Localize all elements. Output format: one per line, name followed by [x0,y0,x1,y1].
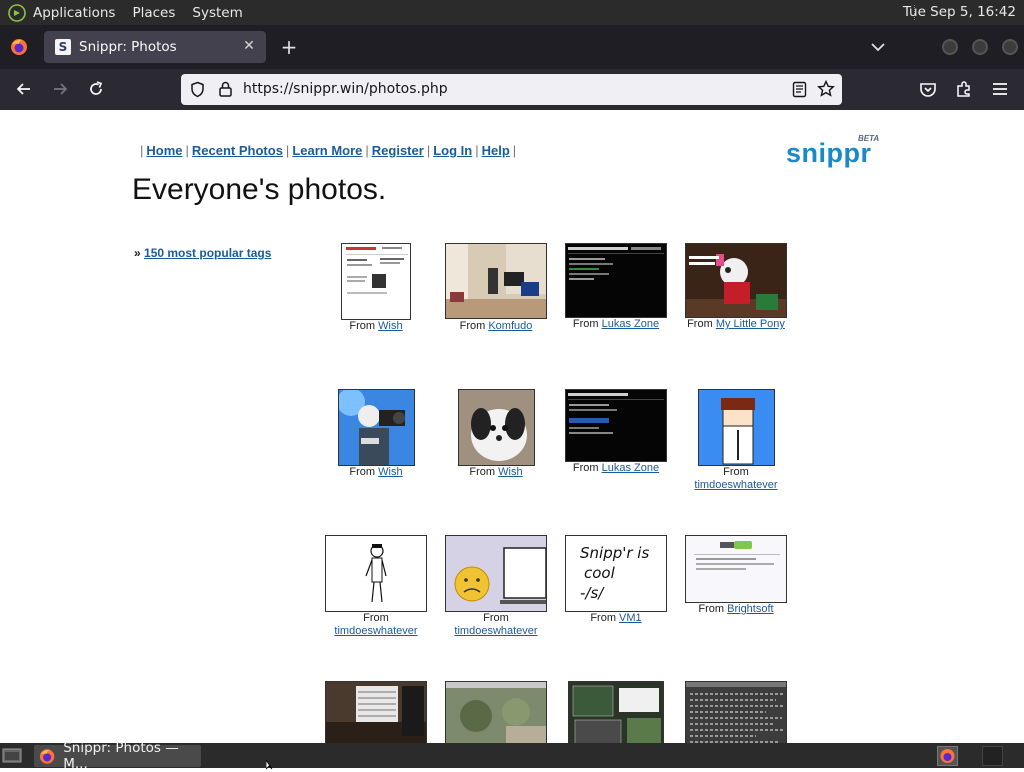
taskbar-window-title: Snippr: Photos — M... [63,740,179,772]
new-tab-icon[interactable]: + [279,37,299,57]
close-window-icon[interactable] [1002,39,1018,55]
photo-thumb-10[interactable] [445,535,547,612]
photo-thumb-12[interactable] [685,535,787,603]
source-link[interactable]: My Little Pony [716,318,785,330]
nav-learn-more-link[interactable]: Learn More [292,143,362,158]
page-title: Everyone's photos. [132,173,387,206]
photo-caption-6: From Wish [469,466,523,478]
photo-thumb-8[interactable] [698,389,775,466]
maximize-window-icon[interactable] [972,39,988,55]
photo-caption-9: From timdoeswhatever [334,612,418,637]
tab-snippr-photos[interactable]: S Snippr: Photos ✕ [44,31,266,63]
lock-icon[interactable] [217,80,234,98]
photo-thumb-6[interactable] [458,389,535,466]
mouse-cursor-icon [266,760,273,770]
svg-text:Snipp'r is: Snipp'r is [580,544,649,562]
clock[interactable]: Tue Sep 5, 16:42 [903,4,1016,20]
url-bar[interactable]: https://snippr.win/photos.php [181,74,842,105]
photo-caption-3: From Lukas Zone [572,318,660,330]
pocket-icon[interactable] [918,79,938,99]
firefox-icon [940,749,955,763]
menu-applications[interactable]: Applications [33,5,115,21]
source-link[interactable]: timdoeswhatever [334,625,417,637]
photo-caption-1: From Wish [349,320,403,332]
workspace-2[interactable] [982,746,1003,766]
menu-places[interactable]: Places [132,5,175,21]
photo-thumb-9[interactable] [325,535,427,612]
nav-help-link[interactable]: Help [482,143,510,158]
source-link[interactable]: Wish [498,466,522,478]
nav-login-link[interactable]: Log In [433,143,472,158]
bookmark-star-icon[interactable] [817,80,835,98]
source-link[interactable]: Wish [378,466,402,478]
source-link[interactable]: timdoeswhatever [694,479,777,491]
photo-thumb-3[interactable] [565,243,667,318]
chevron-down-icon[interactable] [869,38,887,56]
firefox-icon[interactable] [10,38,28,56]
svg-text:-/s/: -/s/ [580,584,605,602]
snippr-logo[interactable]: snippr BETA [784,134,884,168]
svg-text:cool: cool [584,564,616,582]
reader-view-icon[interactable] [791,81,808,98]
photo-thumb-16[interactable] [685,681,787,743]
photo-thumb-4[interactable] [685,243,787,318]
photo-caption-10: From timdoeswhatever [454,612,538,637]
source-link[interactable]: Brightsoft [727,603,773,615]
reload-icon[interactable] [86,79,106,99]
show-desktop-icon[interactable] [2,747,22,764]
photo-thumb-11[interactable]: Snipp'r is cool -/s/ [565,535,667,612]
source-link[interactable]: Komfudo [488,320,532,332]
photo-caption-2: From Komfudo [459,320,533,332]
nav-home-link[interactable]: Home [146,143,182,158]
web-page: | Home | Recent Photos | Learn More | Register |… [0,110,1024,743]
photo-thumb-13[interactable] [325,681,427,743]
photo-caption-4: From My Little Pony [687,318,785,330]
close-tab-icon[interactable]: ✕ [240,37,258,55]
url-text[interactable]: https://snippr.win/photos.php [243,81,448,97]
nav-bar: https://snippr.win/photos.php [0,69,1024,110]
photo-thumb-2[interactable] [445,243,547,319]
logo-beta-badge: BETA [858,134,880,143]
back-arrow-icon[interactable] [14,79,34,99]
photo-caption-8: From timdoeswhatever [694,466,778,491]
photo-caption-7: From Lukas Zone [572,462,660,474]
workspace-1[interactable] [937,746,958,766]
top-panel: Applications Places System Tue Sep 5, 16… [0,0,1024,25]
source-link[interactable]: timdoeswhatever [454,625,537,637]
site-nav: | Home | Recent Photos | Learn More | Register |… [140,143,517,158]
popular-tags: » 150 most popular tags [134,246,271,260]
photo-caption-12: From Brightsoft [698,603,774,615]
tab-title: Snippr: Photos [79,39,177,55]
bottom-taskbar: Snippr: Photos — M... [0,740,1024,772]
snippr-favicon-icon: S [55,39,71,55]
extensions-icon[interactable] [954,79,974,99]
gnome-foot-icon[interactable] [8,3,26,22]
photo-caption-11: From VM1 [590,612,642,624]
menu-system[interactable]: System [192,5,242,21]
photo-thumb-15[interactable] [568,681,664,743]
shield-icon[interactable] [189,81,206,98]
source-link[interactable]: Lukas Zone [602,462,659,474]
nav-recent-photos-link[interactable]: Recent Photos [192,143,283,158]
photo-thumb-5[interactable] [338,389,415,466]
photo-thumb-1[interactable] [341,243,411,320]
forward-arrow-icon[interactable] [50,79,70,99]
popular-tags-link[interactable]: 150 most popular tags [144,246,271,260]
taskbar-window-firefox[interactable]: Snippr: Photos — M... [34,740,201,772]
hamburger-menu-icon[interactable] [990,79,1010,99]
source-link[interactable]: Lukas Zone [602,318,659,330]
tags-bullet: » [134,246,141,260]
minimize-window-icon[interactable] [942,39,958,55]
nav-register-link[interactable]: Register [372,143,424,158]
photo-thumb-7[interactable] [565,389,667,462]
firefox-icon [39,748,55,764]
photo-thumb-14[interactable] [445,681,547,743]
source-link[interactable]: VM1 [619,612,642,624]
photo-caption-5: From Wish [349,466,403,478]
source-link[interactable]: Wish [378,320,402,332]
tab-bar: S Snippr: Photos ✕ + [0,25,1024,69]
